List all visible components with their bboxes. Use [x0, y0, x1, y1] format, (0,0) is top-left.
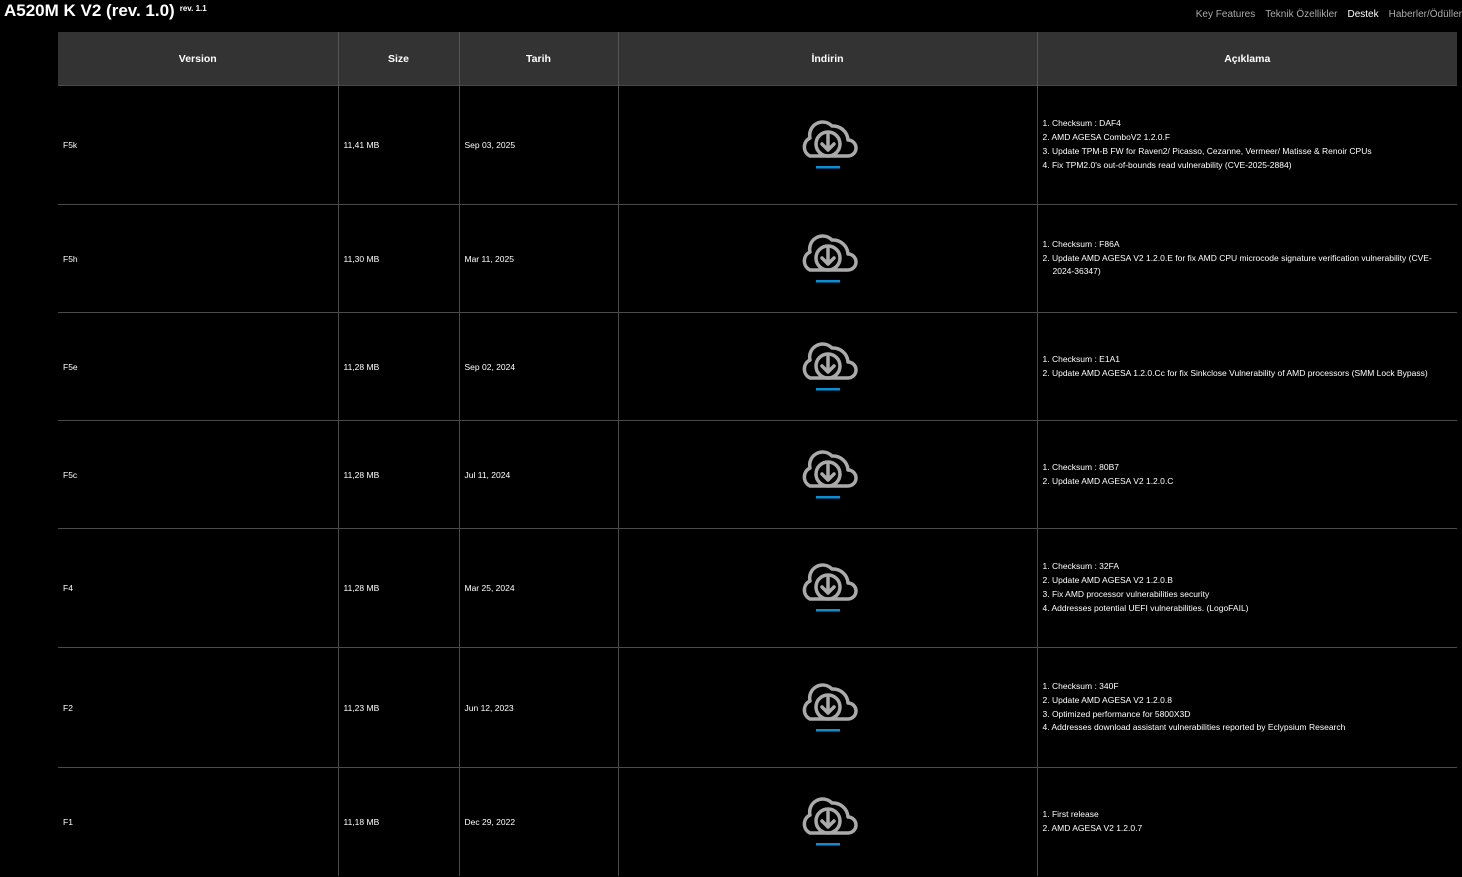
table-row: F5k 11,41 MB Sep 03, 2025 1. Checksum : DAF…: [58, 85, 1457, 205]
table-row: F5h 11,30 MB Mar 11, 2025 1. Checksum : F86…: [58, 204, 1457, 313]
date-cell: Jun 12, 2023: [458, 647, 618, 768]
download-cell: [617, 204, 1037, 313]
size-cell: 11,28 MB: [337, 528, 459, 648]
version-cell: F5c: [58, 420, 338, 529]
description-cell: 1. Checksum : E1A1 2. Update AMD AGESA 1.…: [1036, 312, 1457, 421]
release-notes-list: 1. Checksum : 340F 2. Update AMD AGESA V2…: [1043, 680, 1453, 735]
release-notes-list: 1. Checksum : E1A1 2. Update AMD AGESA 1.…: [1043, 353, 1453, 381]
release-note-item: 2. Update AMD AGESA V2 1.2.0.C: [1042, 475, 1174, 486]
col-version: Version: [58, 32, 338, 86]
release-note-item: 1. First release: [1042, 808, 1099, 819]
nav-key-features[interactable]: Key Features: [1196, 9, 1255, 20]
cloud-download-icon[interactable]: [796, 679, 860, 735]
release-note-item: 3. Optimized performance for 5800X3D: [1042, 708, 1191, 719]
size-cell: 11,23 MB: [337, 647, 459, 768]
release-note-item: 2. Update AMD AGESA V2 1.2.0.E for fix A…: [1042, 252, 1432, 277]
cloud-download-icon[interactable]: [796, 338, 860, 394]
description-cell: 1. Checksum : 32FA 2. Update AMD AGESA V2…: [1036, 528, 1457, 648]
description-cell: 1. Checksum : 340F 2. Update AMD AGESA V2…: [1036, 647, 1457, 768]
download-cell: [617, 528, 1037, 648]
description-cell: 1. Checksum : 80B7 2. Update AMD AGESA V2…: [1036, 420, 1457, 529]
version-cell: F1: [58, 767, 338, 876]
date-cell: Dec 29, 2022: [458, 767, 618, 876]
release-notes-list: 1. Checksum : F86A 2. Update AMD AGESA V2…: [1043, 238, 1453, 279]
table-row: F5e 11,28 MB Sep 02, 2024 1. Checksum : E1A…: [58, 312, 1457, 421]
version-cell: F5h: [58, 204, 338, 313]
size-cell: 11,30 MB: [337, 204, 459, 313]
col-download: İndirin: [617, 32, 1037, 86]
version-cell: F5k: [58, 85, 338, 205]
table-row: F4 11,28 MB Mar 25, 2024 1. Checksum : 32FA…: [58, 528, 1457, 648]
col-size: Size: [337, 32, 459, 86]
cloud-download-icon[interactable]: [796, 446, 860, 502]
download-cell: [617, 767, 1037, 876]
table-row: F2 11,23 MB Jun 12, 2023 1. Checksum : 340F…: [58, 647, 1457, 768]
description-cell: 1. First release 2. AMD AGESA V2 1.2.0.7: [1036, 767, 1457, 876]
bios-table: Version Size Tarih İndirin Açıklama F5k 1…: [58, 32, 1457, 876]
table-row: F5c 11,28 MB Jul 11, 2024 1. Checksum : 80B…: [58, 420, 1457, 529]
size-cell: 11,28 MB: [337, 312, 459, 421]
size-cell: 11,18 MB: [337, 767, 459, 876]
col-date: Tarih: [458, 32, 618, 86]
description-cell: 1. Checksum : F86A 2. Update AMD AGESA V2…: [1036, 204, 1457, 313]
col-description: Açıklama: [1036, 32, 1457, 86]
nav-support[interactable]: Destek: [1348, 9, 1379, 20]
release-notes-list: 1. Checksum : 80B7 2. Update AMD AGESA V2…: [1043, 461, 1453, 489]
release-note-item: 1. Checksum : F86A: [1042, 238, 1120, 249]
release-note-item: 2. Update AMD AGESA 1.2.0.Cc for fix Sin…: [1042, 367, 1428, 378]
cloud-download-icon[interactable]: [796, 116, 860, 172]
release-notes-list: 1. Checksum : DAF4 2. AMD AGESA ComboV2 1…: [1043, 117, 1453, 172]
date-cell: Mar 25, 2024: [458, 528, 618, 648]
release-note-item: 2. Update AMD AGESA V2 1.2.0.B: [1042, 575, 1173, 586]
top-bar: A520M K V2 (rev. 1.0) rev. 1.1 Key Featur…: [0, 0, 1462, 32]
cloud-download-icon[interactable]: [796, 559, 860, 615]
download-cell: [617, 85, 1037, 205]
description-cell: 1. Checksum : DAF4 2. AMD AGESA ComboV2 1…: [1036, 85, 1457, 205]
release-notes-list: 1. First release 2. AMD AGESA V2 1.2.0.7: [1043, 808, 1453, 836]
release-note-item: 1. Checksum : DAF4: [1042, 118, 1121, 129]
version-cell: F5e: [58, 312, 338, 421]
nav-specs[interactable]: Teknik Özellikler: [1265, 9, 1337, 20]
product-title: A520M K V2 (rev. 1.0): [4, 1, 175, 20]
page-title: A520M K V2 (rev. 1.0) rev. 1.1: [4, 1, 207, 21]
date-cell: Mar 11, 2025: [458, 204, 618, 313]
size-cell: 11,28 MB: [337, 420, 459, 529]
release-note-item: 2. AMD AGESA ComboV2 1.2.0.F: [1042, 132, 1171, 143]
cloud-download-icon[interactable]: [796, 793, 860, 849]
download-cell: [617, 312, 1037, 421]
table-header-row: Version Size Tarih İndirin Açıklama: [58, 32, 1457, 86]
release-note-item: 2. Update AMD AGESA V2 1.2.0.8: [1042, 694, 1172, 705]
version-cell: F2: [58, 647, 338, 768]
revision-badge[interactable]: rev. 1.1: [180, 4, 207, 13]
release-note-item: 1. Checksum : 80B7: [1042, 461, 1120, 472]
nav-news-awards[interactable]: Haberler/Ödüller: [1389, 9, 1462, 20]
version-cell: F4: [58, 528, 338, 648]
release-note-item: 2. AMD AGESA V2 1.2.0.7: [1042, 822, 1143, 833]
release-note-item: 1. Checksum : 32FA: [1042, 561, 1120, 572]
release-note-item: 3. Update TPM-B FW for Raven2/ Picasso, …: [1042, 146, 1372, 156]
product-nav: Key Features Teknik Özellikler Destek Ha…: [1196, 9, 1462, 20]
date-cell: Sep 02, 2024: [458, 312, 618, 421]
size-cell: 11,41 MB: [337, 85, 459, 205]
date-cell: Sep 03, 2025: [458, 85, 618, 205]
release-note-item: 4. Addresses download assistant vulnerab…: [1042, 722, 1346, 733]
release-note-item: 1. Checksum : E1A1: [1042, 353, 1120, 364]
download-cell: [617, 647, 1037, 768]
release-note-item: 1. Checksum : 340F: [1042, 680, 1119, 691]
release-notes-list: 1. Checksum : 32FA 2. Update AMD AGESA V2…: [1043, 560, 1453, 615]
table-row: F1 11,18 MB Dec 29, 2022 1. First release 2.…: [58, 767, 1457, 876]
release-note-item: 3. Fix AMD processor vulnerabilities sec…: [1042, 589, 1210, 599]
release-note-item: 4. Fix TPM2.0's out-of-bounds read vulne…: [1042, 159, 1292, 170]
download-cell: [617, 420, 1037, 529]
release-note-item: 4. Addresses potential UEFI vulnerabilit…: [1042, 602, 1249, 613]
cloud-download-icon[interactable]: [796, 230, 860, 286]
date-cell: Jul 11, 2024: [458, 420, 618, 529]
